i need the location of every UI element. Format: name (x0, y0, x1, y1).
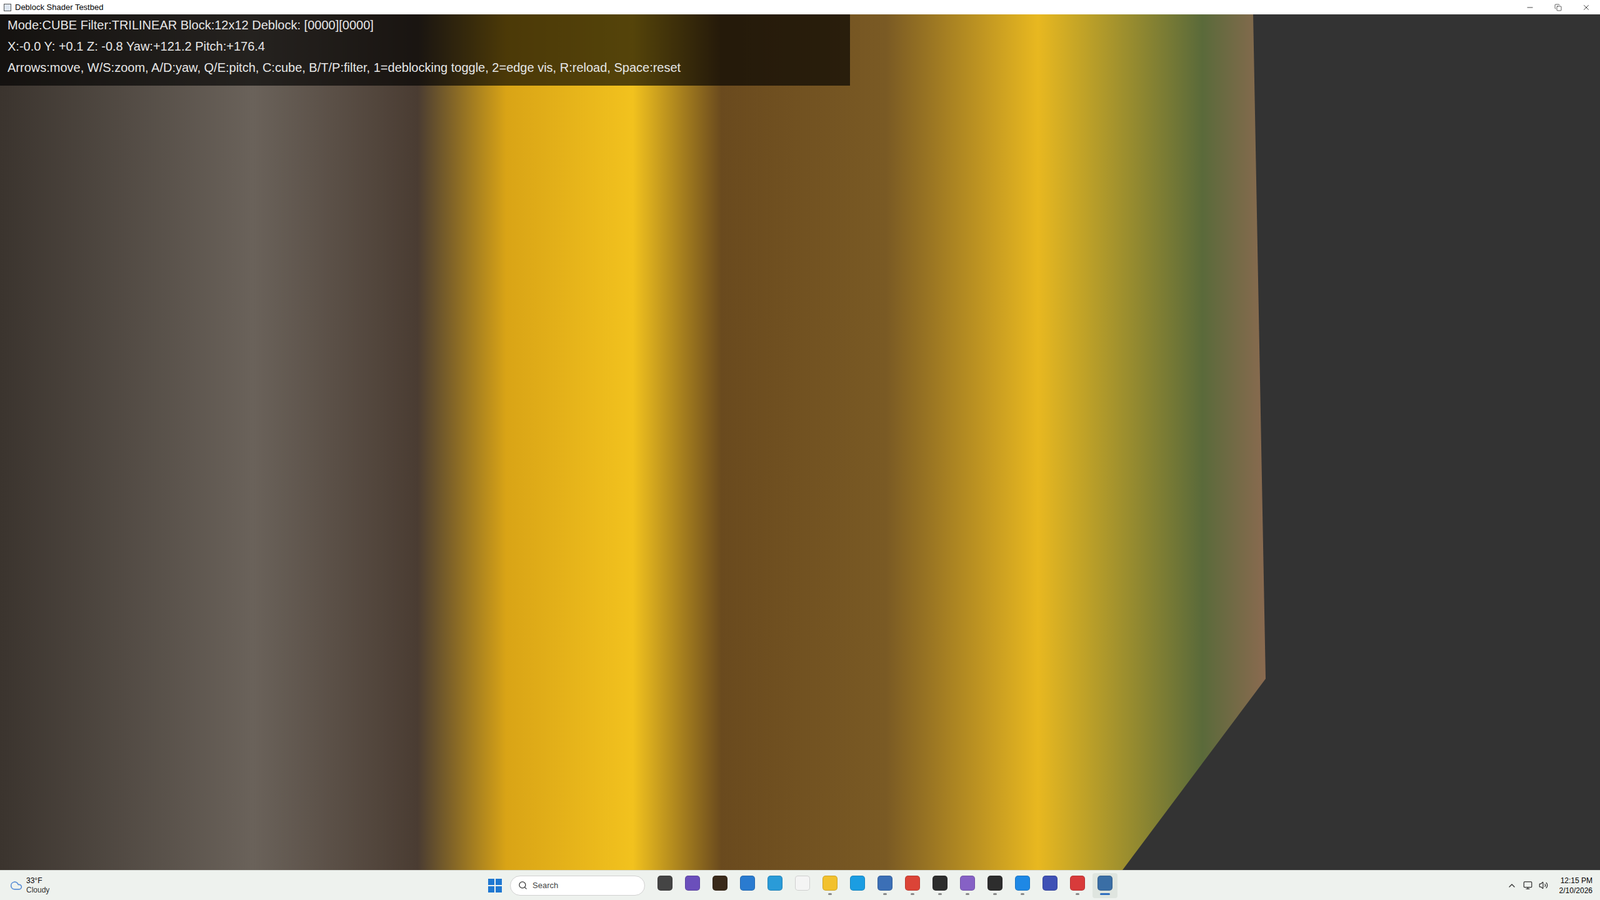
render-viewport[interactable]: Mode:CUBE Filter:TRILINEAR Block:12x12 D… (0, 14, 1600, 870)
clock[interactable]: 12:15 PM2/10/2026 (1559, 875, 1593, 896)
minimize-button[interactable] (1515, 0, 1544, 15)
running-indicator (1100, 893, 1110, 895)
running-indicator (883, 893, 887, 895)
taskbar-app[interactable] (1065, 873, 1090, 899)
taskbar-app[interactable] (1037, 873, 1063, 899)
taskbar-app[interactable] (982, 873, 1008, 899)
taskbar-app[interactable] (790, 873, 815, 899)
taskbar-app[interactable] (955, 873, 980, 899)
running-indicator (663, 893, 667, 895)
app-icon (685, 875, 700, 891)
app-icon (740, 875, 755, 891)
windows-icon (488, 878, 502, 893)
running-indicator (1048, 893, 1052, 895)
running-indicator (718, 893, 722, 895)
taskbar-app[interactable] (817, 873, 843, 899)
clock-date: 2/10/2026 (1559, 885, 1593, 896)
taskbar-app[interactable] (845, 873, 870, 899)
cloud-icon (10, 879, 23, 892)
running-indicator (965, 893, 970, 895)
taskbar: 33°FCloudy Search 12:15 PM2/10/2026 (0, 870, 1600, 900)
taskbar-app[interactable] (1010, 873, 1035, 899)
clock-time: 12:15 PM (1560, 875, 1593, 886)
app-icon (987, 875, 1003, 891)
taskbar-app[interactable] (762, 873, 788, 899)
textured-quad (0, 14, 1600, 870)
running-indicator (745, 893, 750, 895)
app-icon (767, 875, 783, 891)
start-button[interactable] (482, 873, 508, 899)
running-indicator (1020, 893, 1025, 895)
app-icon (657, 875, 673, 891)
app-icon (1070, 875, 1085, 891)
chevron-up-icon[interactable] (1506, 880, 1517, 891)
running-indicator (800, 893, 805, 895)
app-icon (795, 875, 810, 891)
running-indicator (828, 893, 832, 895)
weather-temperature: 33°F (26, 876, 50, 886)
hud-overlay: Mode:CUBE Filter:TRILINEAR Block:12x12 D… (0, 14, 850, 86)
taskbar-app[interactable] (680, 873, 705, 899)
running-indicator (855, 893, 860, 895)
app-icon (905, 875, 920, 891)
taskbar-app[interactable] (735, 873, 760, 899)
search-icon (518, 880, 528, 890)
hud-line: Mode:CUBE Filter:TRILINEAR Block:12x12 D… (7, 18, 850, 32)
taskbar-app[interactable] (872, 873, 898, 899)
app-icon (877, 875, 893, 891)
system-tray: 12:15 PM2/10/2026 (1117, 875, 1600, 896)
network-icon[interactable] (1523, 880, 1533, 890)
volume-icon[interactable] (1538, 880, 1549, 890)
restore-icon (1554, 3, 1562, 12)
title-bar: Deblock Shader Testbed (0, 0, 1600, 15)
app-icon (1042, 875, 1058, 891)
running-indicator (910, 893, 915, 895)
screen: Deblock Shader Testbed Mode:CUBE Filter:T… (0, 0, 1600, 900)
taskbar-app[interactable] (707, 873, 733, 899)
app-icon (960, 875, 975, 891)
app-icon (850, 875, 865, 891)
app-icon (822, 875, 838, 891)
restore-button[interactable] (1543, 0, 1572, 15)
weather-condition: Cloudy (26, 885, 50, 895)
running-indicator (1075, 893, 1080, 895)
app-icon (1015, 875, 1030, 891)
taskbar-app[interactable] (927, 873, 953, 899)
search-box[interactable]: Search (510, 875, 645, 896)
weather-widget[interactable]: 33°FCloudy (0, 876, 483, 895)
taskbar-center: Search (482, 873, 1118, 899)
app-icon (932, 875, 948, 891)
close-icon (1581, 3, 1591, 12)
close-button[interactable] (1571, 0, 1600, 15)
hud-line: Arrows:move, W/S:zoom, A/D:yaw, Q/E:pitc… (7, 60, 850, 75)
running-indicator (993, 893, 997, 895)
taskbar-app[interactable] (1092, 873, 1118, 899)
taskbar-app[interactable] (900, 873, 925, 899)
app-icon (712, 875, 728, 891)
hud-line: X:-0.0 Y: +0.1 Z: -0.8 Yaw:+121.2 Pitch:… (7, 39, 850, 54)
search-placeholder: Search (532, 879, 559, 892)
app-icon (3, 3, 12, 12)
taskbar-app[interactable] (652, 873, 678, 899)
minimize-icon (1525, 3, 1535, 12)
running-indicator (773, 893, 777, 895)
app-icon (1097, 875, 1113, 891)
running-indicator (690, 893, 695, 895)
running-indicator (938, 893, 942, 895)
window-title: Deblock Shader Testbed (15, 3, 104, 12)
